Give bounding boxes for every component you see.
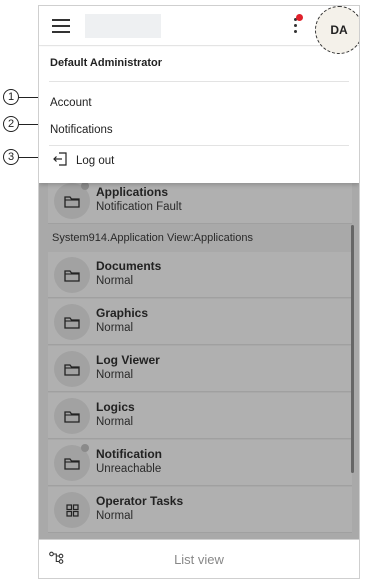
menu-item-notifications[interactable]: Notifications	[50, 124, 113, 136]
status-badge	[81, 182, 89, 190]
list-item[interactable]: Notification Unreachable	[48, 440, 352, 486]
status-badge	[81, 444, 89, 452]
more-options-icon[interactable]	[290, 14, 303, 40]
list-view-button[interactable]: List view	[39, 552, 359, 567]
list-item-status: Unreachable	[96, 463, 162, 475]
list-item[interactable]: Graphics Normal	[48, 299, 352, 345]
list-item-title: Graphics	[96, 306, 149, 320]
grid-icon	[54, 492, 90, 528]
callout-3-number: 3	[7, 151, 15, 163]
folder-icon	[54, 398, 90, 434]
list-item-status: Normal	[96, 322, 134, 334]
folder-icon	[54, 257, 90, 293]
list-item-title: Operator Tasks	[96, 494, 184, 508]
list-item-status: Normal	[96, 510, 134, 522]
hamburger-menu-icon[interactable]	[52, 19, 70, 33]
list-item-status: Normal	[96, 275, 134, 287]
folder-icon	[54, 304, 90, 340]
callout-2-number: 2	[7, 118, 15, 130]
top-bar	[39, 6, 359, 46]
callout-1: 1	[3, 89, 19, 105]
list-item-title: Applications	[96, 185, 169, 199]
mobile-app-frame: Applications Notification Fault System91…	[38, 5, 360, 579]
list-item-title: Documents	[96, 259, 162, 273]
list-item[interactable]: Applications Notification Fault	[48, 178, 352, 224]
divider	[49, 81, 349, 82]
notification-dot	[296, 14, 303, 21]
callout-2: 2	[3, 116, 19, 132]
user-dropdown-menu: Default Administrator Account Notificati…	[39, 47, 359, 183]
list-item-status: Normal	[96, 416, 134, 428]
list-item[interactable]: Operator Tasks Normal	[48, 487, 352, 533]
divider	[49, 145, 349, 146]
bottom-bar: List view	[39, 539, 359, 578]
list-item-title: Logics	[96, 400, 135, 414]
app-logo-placeholder	[85, 14, 161, 38]
list-item[interactable]: Documents Normal	[48, 252, 352, 298]
folder-icon	[54, 351, 90, 387]
avatar-initials: DA	[330, 23, 348, 37]
menu-item-account[interactable]: Account	[50, 97, 92, 109]
callout-3: 3	[3, 149, 19, 165]
user-name: Default Administrator	[50, 57, 163, 69]
list-item-title: Log Viewer	[96, 353, 160, 367]
logout-icon	[53, 151, 67, 171]
list-item[interactable]: Logics Normal	[48, 393, 352, 439]
scrollbar[interactable]	[351, 225, 354, 473]
callout-1-number: 1	[7, 91, 15, 103]
logout-button[interactable]: Log out	[53, 151, 114, 171]
list-item-status: Normal	[96, 369, 134, 381]
list-item-status: Notification Fault	[96, 201, 182, 213]
list-item-title: Notification	[96, 447, 162, 461]
section-header: System914.Application View:Applications	[52, 232, 253, 244]
list-item[interactable]: Log Viewer Normal	[48, 346, 352, 392]
logout-label: Log out	[76, 155, 115, 167]
user-avatar[interactable]: DA	[315, 6, 359, 54]
